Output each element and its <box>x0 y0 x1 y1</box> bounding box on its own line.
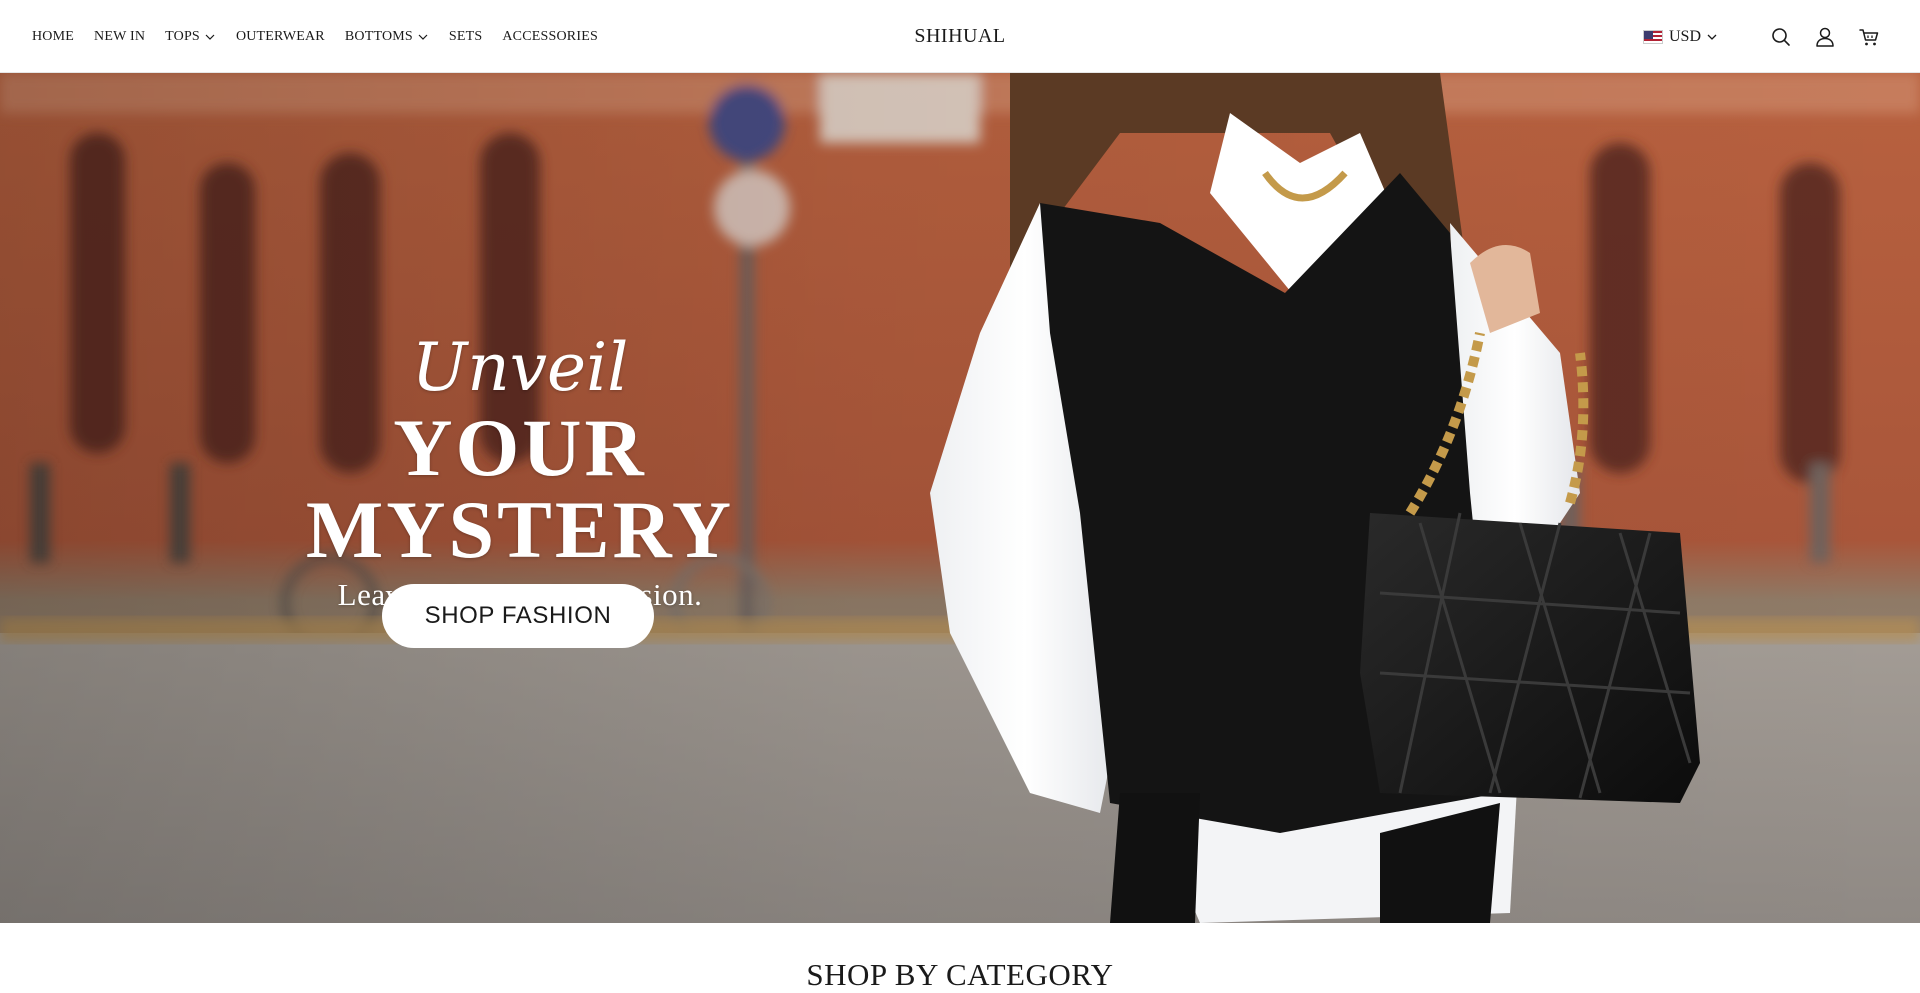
nav-item-accessories[interactable]: ACCESSORIES <box>502 29 598 45</box>
nav-item-label: SETS <box>448 28 483 44</box>
nav-item-bottoms[interactable]: BOTTOMS <box>345 29 429 45</box>
section-title: SHOP BY CATEGORY <box>806 957 1114 992</box>
hero-title: YOUR MYSTERY <box>305 402 735 575</box>
account-icon <box>1816 27 1834 47</box>
nav-item-label: OUTERWEAR <box>235 28 325 44</box>
hero-script-heading: Unveil <box>411 329 629 406</box>
chevron-down-icon <box>205 34 215 40</box>
currency-selector[interactable]: USD <box>1642 27 1718 46</box>
search-button[interactable] <box>1770 26 1792 48</box>
hero-banner: Unveil YOUR MYSTERY Leave a Lasting Impr… <box>0 73 1920 923</box>
currency-code: USD <box>1668 27 1701 45</box>
brand-logo[interactable]: SHIHUAL <box>914 25 1005 48</box>
nav-item-label: ACCESSORIES <box>502 28 598 44</box>
shop-fashion-button[interactable]: SHOP FASHION <box>382 584 654 648</box>
cart-icon <box>1859 28 1879 45</box>
main-nav: HOME NEW IN TOPS OUTERWEAR BOTTOMS SETS … <box>32 0 618 73</box>
hero-copy: Unveil YOUR MYSTERY Leave a Lasting Impr… <box>190 335 850 613</box>
account-button[interactable] <box>1814 26 1836 48</box>
nav-item-outerwear[interactable]: OUTERWEAR <box>236 29 325 45</box>
nav-item-home[interactable]: HOME <box>32 29 74 45</box>
site-header: HOME NEW IN TOPS OUTERWEAR BOTTOMS SETS … <box>0 0 1920 73</box>
nav-item-sets[interactable]: SETS <box>449 29 482 45</box>
nav-item-label: NEW IN <box>94 28 146 44</box>
search-icon <box>1772 27 1790 46</box>
nav-item-tops[interactable]: TOPS <box>165 29 216 45</box>
chevron-down-icon <box>418 34 428 40</box>
header-actions: USD <box>1642 0 1880 73</box>
shop-by-category-section: SHOP BY CATEGORY <box>0 923 1920 993</box>
nav-item-label: TOPS <box>165 28 200 44</box>
us-flag-icon <box>1642 29 1663 44</box>
nav-item-label: HOME <box>32 28 75 44</box>
nav-item-label: BOTTOMS <box>344 28 413 44</box>
chevron-down-icon <box>1707 34 1717 40</box>
nav-item-new-in[interactable]: NEW IN <box>94 29 145 45</box>
cart-button[interactable] <box>1858 26 1880 48</box>
